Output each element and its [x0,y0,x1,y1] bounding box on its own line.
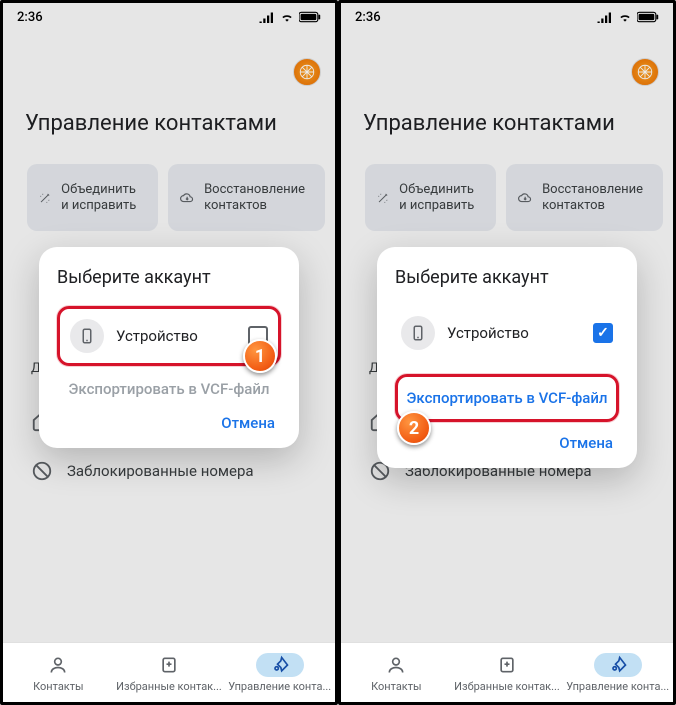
device-icon-wrap [401,316,435,350]
blocked-label: Заблокированные номера [67,462,254,480]
card-merge-fix[interactable]: Объединить и исправить [27,164,158,231]
tab-contacts-label: Контакты [371,680,422,693]
signal-icon [259,11,275,23]
wifi-icon [617,10,633,24]
tab-manage[interactable]: Управление конта... [224,643,335,702]
phone-left: 2:36 Управление контактами Объединить и … [0,0,338,705]
status-bar: 2:36 [3,3,335,31]
cancel-button[interactable]: Отмена [57,402,281,434]
tab-manage-label: Управление конта... [566,680,669,693]
export-button[interactable]: Экспортировать в VCF-файл [395,374,619,422]
blocked-icon [31,460,53,482]
tab-contacts[interactable]: Контакты [341,643,452,702]
orange-slice-icon [298,63,316,81]
dialog-title: Выберите аккаунт [395,267,619,288]
nav-bar: Контакты Избранные контак... Управление … [3,642,335,702]
profile-avatar[interactable] [293,58,321,86]
card-restore[interactable]: Восстановление контактов [168,164,325,231]
manage-icon [608,655,628,675]
battery-icon [299,11,321,23]
wifi-icon [279,10,295,24]
tab-favorites-label: Избранные контак... [116,680,222,693]
export-button: Экспортировать в VCF-файл [57,366,281,402]
favorites-icon [497,655,517,675]
cards-row: Объединить и исправить Восстановление ко… [3,164,335,231]
tab-favorites[interactable]: Избранные контак... [114,643,225,702]
signal-icon [597,11,613,23]
card-restore-label: Восстановление контактов [204,182,313,213]
device-checkbox[interactable] [593,323,613,343]
card-merge-fix[interactable]: Объединить и исправить [365,164,496,231]
contacts-icon [48,655,68,675]
orange-slice-icon [636,63,654,81]
wand-icon [39,187,51,209]
cloud-restore-icon [180,187,194,209]
favorites-icon [159,655,179,675]
page-title: Управление контактами [341,31,673,152]
tab-manage-label: Управление конта... [228,680,331,693]
tab-favorites[interactable]: Избранные контак... [452,643,563,702]
callout-1: 1 [243,339,277,373]
dialog-title: Выберите аккаунт [57,267,281,288]
nav-bar: Контакты Избранные контак... Управление … [341,642,673,702]
cards-row: Объединить и исправить Восстановление ко… [341,164,673,231]
callout-2: 2 [397,411,431,445]
device-label: Устройство [447,324,581,342]
card-restore[interactable]: Восстановление контактов [506,164,663,231]
battery-icon [637,11,659,23]
status-icons [597,10,659,24]
status-time: 2:36 [17,10,43,25]
card-merge-label: Объединить и исправить [61,182,146,213]
phone-right: 2:36 Управление контактами Объединить и … [338,0,676,705]
status-time: 2:36 [355,10,381,25]
tab-contacts[interactable]: Контакты [3,643,114,702]
account-device-row[interactable]: Устройство [395,306,619,360]
device-label: Устройство [116,327,236,345]
contacts-icon [386,655,406,675]
tab-favorites-label: Избранные контак... [454,680,560,693]
page-title: Управление контактами [3,31,335,152]
device-icon-wrap [70,319,104,353]
profile-avatar[interactable] [631,58,659,86]
card-merge-label: Объединить и исправить [399,182,484,213]
wand-icon [377,187,389,209]
device-icon [78,327,96,345]
status-icons [259,10,321,24]
manage-icon [270,655,290,675]
status-bar: 2:36 [341,3,673,31]
card-restore-label: Восстановление контактов [542,182,651,213]
device-icon [409,324,427,342]
cloud-restore-icon [518,187,532,209]
tab-manage[interactable]: Управление конта... [562,643,673,702]
bg-row-blocked[interactable]: Заблокированные номера [3,446,335,496]
tab-contacts-label: Контакты [33,680,84,693]
